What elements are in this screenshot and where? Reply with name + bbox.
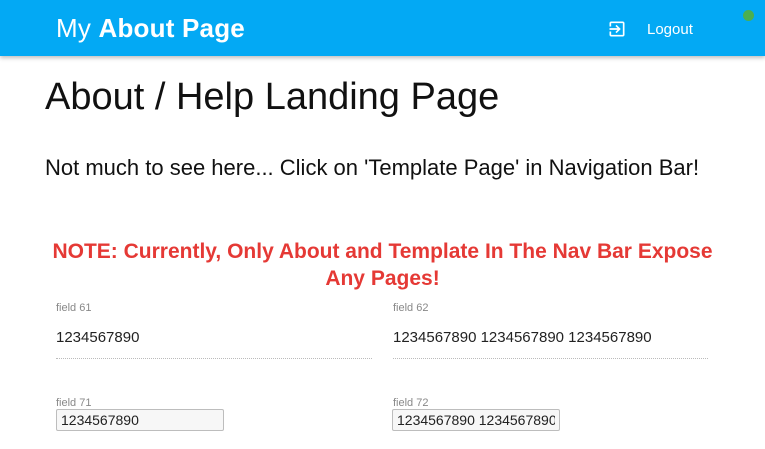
field-62-label: field 62: [393, 302, 429, 314]
field-62-value[interactable]: 1234567890 1234567890 1234567890: [393, 329, 652, 346]
logout-button[interactable]: Logout: [607, 18, 693, 40]
field-72-input[interactable]: [392, 409, 560, 431]
intro-text: Not much to see here... Click on 'Templa…: [45, 155, 700, 180]
brand-title: About Page: [98, 13, 245, 43]
status-indicator: [743, 10, 754, 21]
field-62-underline: [393, 358, 708, 359]
field-61-underline: [56, 358, 372, 359]
app-header: My About Page Logout: [0, 0, 765, 56]
exit-to-app-icon: [607, 19, 627, 39]
field-61-label: field 61: [56, 302, 92, 314]
brand-prefix: My: [56, 13, 92, 43]
page-title: About / Help Landing Page: [45, 76, 500, 118]
field-61-value[interactable]: 1234567890: [56, 329, 139, 346]
app-brand[interactable]: My About Page: [56, 13, 245, 44]
field-72-label: field 72: [393, 397, 429, 409]
field-71-input[interactable]: [56, 409, 224, 431]
logout-label: Logout: [647, 20, 693, 38]
note-text: NOTE: Currently, Only About and Template…: [52, 240, 713, 290]
field-71-label: field 71: [56, 397, 92, 409]
